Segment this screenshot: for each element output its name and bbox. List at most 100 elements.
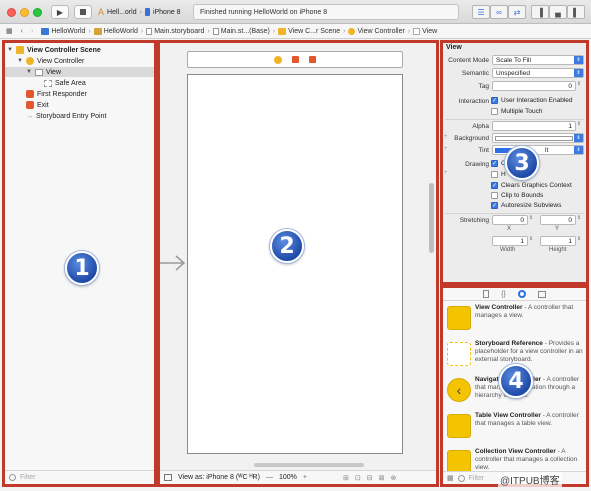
code-snippet-tab-icon[interactable]: {} xyxy=(501,291,506,298)
zoom-window-button[interactable] xyxy=(33,8,42,17)
library-filter-input[interactable]: Filter xyxy=(469,475,485,482)
run-button[interactable]: ▶ xyxy=(51,5,69,19)
semantic-popup[interactable]: Unspecified ⇕ xyxy=(492,68,584,78)
align-icon[interactable]: ⊟ xyxy=(367,474,373,482)
toggle-debug-area-button[interactable]: ▄ xyxy=(549,5,567,19)
autoresize-checkbox[interactable]: ✓ Autoresize Subviews xyxy=(491,202,561,209)
storyboard-canvas[interactable]: 2 View as: iPhone 8 (ᵂC ᴴR) — 100% + ⊞ ⊡… xyxy=(157,40,439,487)
view-controller-icon xyxy=(447,306,471,330)
scene-icon xyxy=(278,27,287,35)
chevron-updown-icon: ⇕ xyxy=(574,69,583,77)
breadcrumb-base[interactable]: Main.st...(Base) xyxy=(212,27,270,35)
disclosure-triangle-icon[interactable]: ▼ xyxy=(7,47,13,53)
version-editor-button[interactable]: ⇄ xyxy=(508,5,526,19)
add-variation-icon[interactable]: + xyxy=(444,170,448,176)
assistant-editor-button[interactable]: ∞ xyxy=(490,5,508,19)
stretch-height-field[interactable]: 1 xyxy=(540,236,576,246)
close-window-button[interactable] xyxy=(7,8,16,17)
multiple-touch-checkbox[interactable]: Multiple Touch xyxy=(491,108,542,115)
library-item-title: Table View Controller xyxy=(475,412,541,419)
resolve-issues-icon[interactable]: ⊗ xyxy=(390,474,396,482)
stop-button[interactable] xyxy=(74,5,92,19)
xcode-app-icon: A xyxy=(98,7,105,17)
checkbox-label: Multiple Touch xyxy=(501,108,543,115)
add-constraints-icon[interactable]: ⊠ xyxy=(379,474,385,482)
clip-bounds-checkbox[interactable]: Clip to Bounds xyxy=(491,192,543,199)
chevron-right-icon: › xyxy=(140,27,144,35)
outline-item-view[interactable]: ▼ View xyxy=(5,67,154,77)
content-mode-popup[interactable]: Scale To Fill ⇕ xyxy=(492,55,584,65)
zoom-out-button[interactable]: — xyxy=(266,474,273,481)
outline-filter-input[interactable]: Filter xyxy=(20,474,36,481)
breadcrumb-group[interactable]: HelloWorld xyxy=(93,27,138,35)
hidden-checkbox[interactable]: H xyxy=(491,171,506,178)
media-library-tab-icon[interactable] xyxy=(537,290,546,298)
alpha-field[interactable]: 1 xyxy=(492,121,576,131)
minimize-window-button[interactable] xyxy=(20,8,29,17)
embed-in-icon[interactable]: ⊡ xyxy=(355,474,361,482)
breadcrumb-label: HelloWorld xyxy=(103,27,138,35)
view-controller-dock-icon[interactable] xyxy=(274,55,282,64)
arrow-right-icon xyxy=(160,255,186,271)
standard-editor-button[interactable]: ☰ xyxy=(472,5,490,19)
view-as-device-button[interactable]: View as: iPhone 8 (ᵂC ᴴR) xyxy=(178,474,260,481)
jump-bar: ▦ ‹ › HelloWorld › HelloWorld › Main.sto… xyxy=(0,24,591,39)
outline-item-exit[interactable]: Exit xyxy=(26,100,49,110)
outline-item-scene[interactable]: ▼ View Controller Scene xyxy=(7,45,101,55)
scheme-selector[interactable]: A Hell...orld › iPhone 8 xyxy=(98,5,190,19)
sidebar-toggle-icon[interactable] xyxy=(164,474,172,481)
disclosure-triangle-icon[interactable]: ▼ xyxy=(26,69,32,75)
entry-point-arrow[interactable] xyxy=(158,255,186,271)
alpha-stepper[interactable]: ⇕ xyxy=(577,121,584,131)
library-item-collection-view-controller[interactable]: Collection View Controller - A controlle… xyxy=(447,448,587,474)
outline-item-safe-area[interactable]: Safe Area xyxy=(44,78,86,88)
first-responder-dock-icon[interactable] xyxy=(292,56,299,63)
library-item-view-controller[interactable]: View Controller - A controller that mana… xyxy=(447,304,587,340)
stretch-y-stepper[interactable]: ⇕ xyxy=(577,215,583,225)
breadcrumb-scene[interactable]: View C...r Scene xyxy=(278,27,340,35)
disclosure-triangle-icon[interactable]: ▼ xyxy=(17,58,23,64)
outline-item-entry-point[interactable]: → Storyboard Entry Point xyxy=(26,111,106,121)
tag-stepper[interactable]: ⇕ xyxy=(577,81,584,91)
view-controller-frame[interactable] xyxy=(187,74,403,454)
tint-color-well[interactable]: lt ⇕ xyxy=(492,145,584,155)
canvas-horizontal-scrollbar[interactable] xyxy=(254,463,364,467)
filter-icon xyxy=(9,474,16,481)
clears-graphics-checkbox[interactable]: ✓ Clears Graphics Context xyxy=(491,182,572,189)
breadcrumb-view[interactable]: View xyxy=(413,27,437,35)
device-icon xyxy=(144,8,150,16)
breadcrumb-label: Main.st...(Base) xyxy=(220,27,270,35)
forward-button[interactable]: › xyxy=(31,28,33,35)
chevron-right-icon: › xyxy=(207,27,210,35)
stretch-width-field[interactable]: 1 xyxy=(492,236,528,246)
toggle-inspector-button[interactable]: ▌ xyxy=(567,5,585,19)
stretch-y-field[interactable]: 0 xyxy=(540,215,576,225)
outline-item-first-responder[interactable]: First Responder xyxy=(26,89,87,99)
opaque-checkbox[interactable]: ✓ O xyxy=(491,160,506,167)
tag-field[interactable]: 0 xyxy=(492,81,576,91)
breadcrumb-view-controller[interactable]: View Controller xyxy=(348,27,405,35)
back-button[interactable]: ‹ xyxy=(21,28,23,35)
stretch-x-stepper[interactable]: ⇕ xyxy=(529,215,535,225)
toggle-navigator-button[interactable]: ▐ xyxy=(531,5,549,19)
canvas-scrollbar[interactable] xyxy=(429,183,434,253)
grid-view-icon[interactable]: ▦ xyxy=(447,474,454,482)
breadcrumb-storyboard[interactable]: Main.storyboard xyxy=(146,27,204,35)
object-library-tab-icon[interactable] xyxy=(517,290,526,298)
outline-item-view-controller[interactable]: ▼ View Controller xyxy=(17,56,84,66)
breadcrumb-project[interactable]: HelloWorld xyxy=(41,27,85,35)
user-interaction-checkbox[interactable]: ✓ User Interaction Enabled xyxy=(491,97,573,104)
update-frames-icon[interactable]: ⊞ xyxy=(343,474,349,482)
stretch-x-field[interactable]: 0 xyxy=(492,215,528,225)
zoom-in-button[interactable]: + xyxy=(303,474,307,481)
stretch-height-stepper[interactable]: ⇕ xyxy=(577,236,583,246)
library-item-text: Table View Controller - A controller tha… xyxy=(475,412,587,448)
background-color-well[interactable]: ⇕ xyxy=(492,133,584,143)
exit-dock-icon[interactable] xyxy=(309,56,316,63)
library-item-table-view-controller[interactable]: Table View Controller - A controller tha… xyxy=(447,412,587,448)
view-controller-icon xyxy=(348,27,356,35)
stretch-width-stepper[interactable]: ⇕ xyxy=(529,236,535,246)
related-items-icon[interactable]: ▦ xyxy=(6,27,13,35)
field-value: 1 xyxy=(568,122,572,130)
file-template-tab-icon[interactable] xyxy=(483,290,490,298)
